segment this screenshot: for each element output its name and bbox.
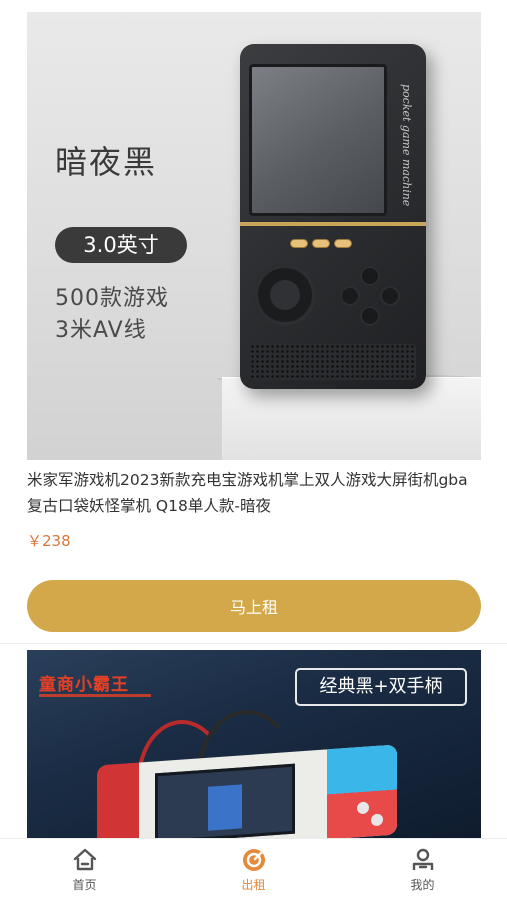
console-controller xyxy=(327,744,397,840)
product-price: ￥238 xyxy=(27,532,71,550)
console-button xyxy=(357,801,369,815)
console-screen-content xyxy=(208,784,242,831)
console-dpad xyxy=(254,264,316,326)
console-face-button xyxy=(360,266,380,286)
console-script-text: pocket game machine xyxy=(400,84,413,207)
console-menu-button xyxy=(312,239,330,248)
console-speaker-grille xyxy=(250,344,416,380)
console-screen xyxy=(155,763,295,840)
brand-logo: 童商小霸王 xyxy=(39,675,129,695)
brand-underline xyxy=(39,694,151,697)
tab-label: 出租 xyxy=(241,877,266,892)
product-image[interactable]: 童商小霸王 经典黑+双手柄 xyxy=(27,650,481,840)
console-gold-strip xyxy=(240,222,426,226)
pedestal xyxy=(222,377,481,460)
rent-now-button[interactable]: 马上租 xyxy=(27,580,481,632)
product-card[interactable]: 暗夜黑 3.0英寸 500款游戏 3米AV线 pocket game machi… xyxy=(0,0,507,644)
handheld-console-illustration: pocket game machine xyxy=(240,44,426,389)
console-screen xyxy=(249,64,387,216)
console-face-button xyxy=(360,306,380,326)
image-av-text: 3米AV线 xyxy=(55,318,147,343)
image-games-text: 500款游戏 xyxy=(55,286,169,311)
profile-icon xyxy=(412,848,433,870)
card-divider xyxy=(0,643,507,644)
tab-rent[interactable]: 出租 xyxy=(194,847,314,893)
image-size-badge: 3.0英寸 xyxy=(55,227,187,263)
image-color-name: 暗夜黑 xyxy=(55,143,158,181)
tab-label: 我的 xyxy=(410,877,435,892)
dpad-center xyxy=(270,280,300,310)
image-variant-tag: 经典黑+双手柄 xyxy=(295,668,467,706)
tab-home[interactable]: 首页 xyxy=(25,847,145,893)
console-menu-button xyxy=(334,239,352,248)
tab-profile[interactable]: 我的 xyxy=(363,847,483,893)
rent-icon xyxy=(242,848,265,871)
bottom-tab-bar: 首页 出租 我的 xyxy=(0,838,507,900)
tab-label: 首页 xyxy=(72,877,97,892)
product-image[interactable]: 暗夜黑 3.0英寸 500款游戏 3米AV线 pocket game machi… xyxy=(27,12,481,460)
product-title[interactable]: 米家军游戏机2023新款充电宝游戏机掌上双人游戏大屏街机gba复古口袋妖怪掌机 … xyxy=(27,467,481,519)
console-face-button xyxy=(380,286,400,306)
home-icon xyxy=(73,848,96,870)
console-button xyxy=(371,813,383,827)
console-face-button xyxy=(340,286,360,306)
console-menu-button xyxy=(290,239,308,248)
